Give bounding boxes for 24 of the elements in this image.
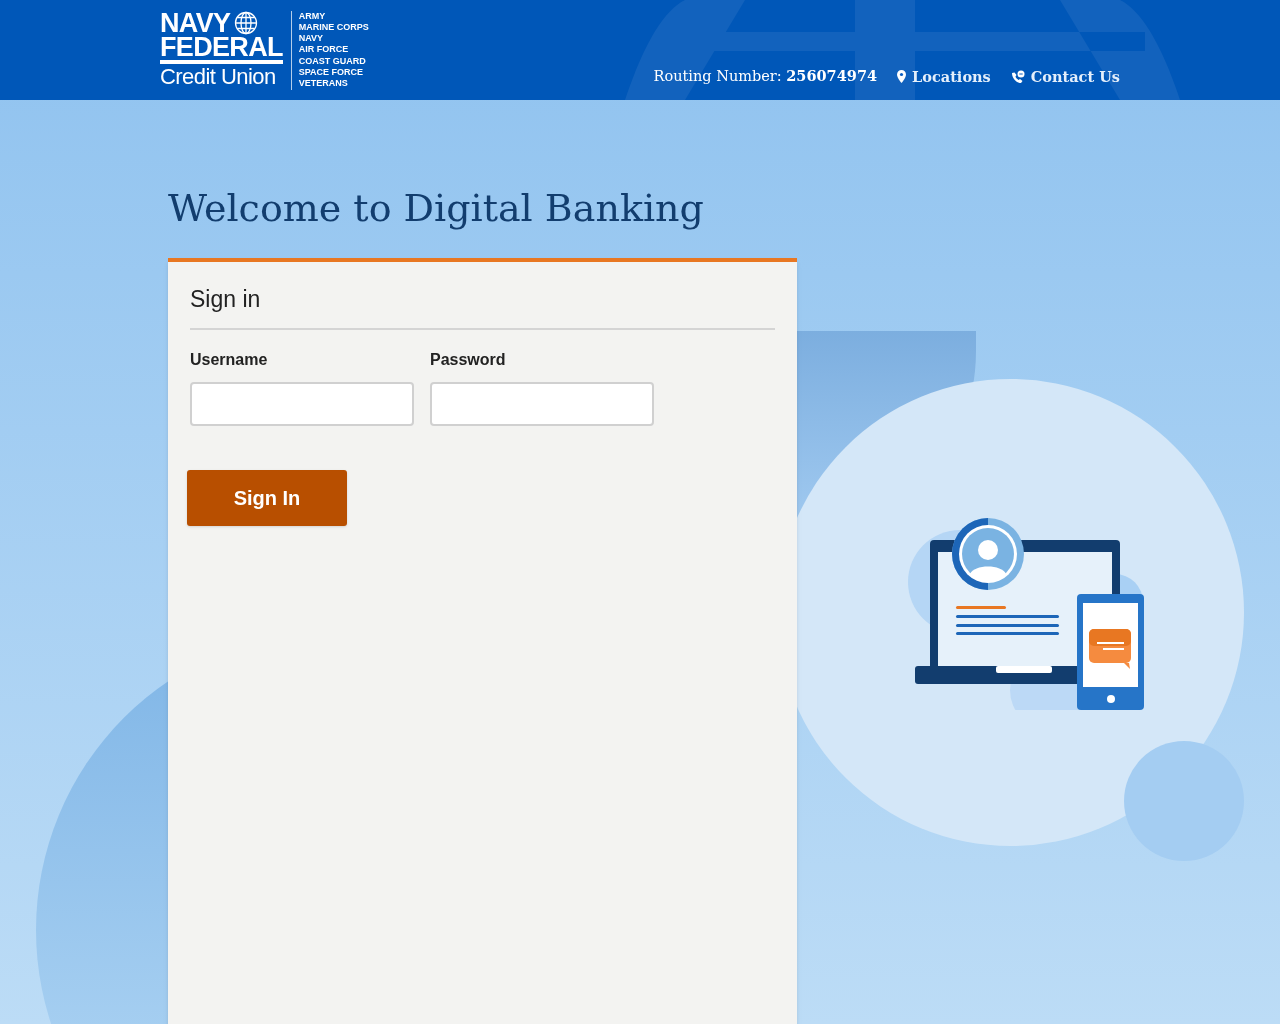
card-heading: Sign in — [190, 284, 775, 330]
logo-wordmark: FEDERAL — [160, 34, 283, 64]
logo-branch-text: AIR FORCE — [298, 44, 350, 56]
field-label: Password — [430, 350, 507, 370]
logo-branch-text: MARINE CORPS — [298, 22, 369, 34]
logo-branch-text: VETERANS — [298, 78, 349, 90]
locations-link[interactable]: Locations — [897, 65, 991, 88]
field-label: Username — [190, 350, 269, 370]
logo-wordmark: NAVY — [160, 11, 231, 34]
logo-branch-text: COAST GUARD — [298, 55, 367, 67]
phone-chat-icon — [1010, 69, 1025, 84]
globe-icon — [234, 10, 259, 35]
logo[interactable]: NAVY FEDERAL Credit Union ARMY MARINE CORPS NAVY AIR FORCE COAST GUARD SPACE FORCE VETERANS — [160, 10, 369, 90]
input-field[interactable] — [430, 382, 654, 426]
logo-branch-text: ARMY — [298, 10, 327, 22]
input-field[interactable] — [190, 382, 414, 426]
routing-number-text: Routing Number: 256074974 — [653, 66, 878, 87]
sign-in-button[interactable]: Sign In — [187, 470, 347, 526]
logo-branch-text: NAVY — [298, 33, 325, 45]
logo-subtitle: Credit Union — [160, 63, 277, 90]
logo-branch-text: SPACE FORCE — [298, 66, 365, 78]
contact-link[interactable]: Contact Us — [1010, 65, 1120, 88]
page-title: Welcome to Digital Banking — [168, 185, 705, 232]
map-pin-icon — [897, 70, 907, 84]
